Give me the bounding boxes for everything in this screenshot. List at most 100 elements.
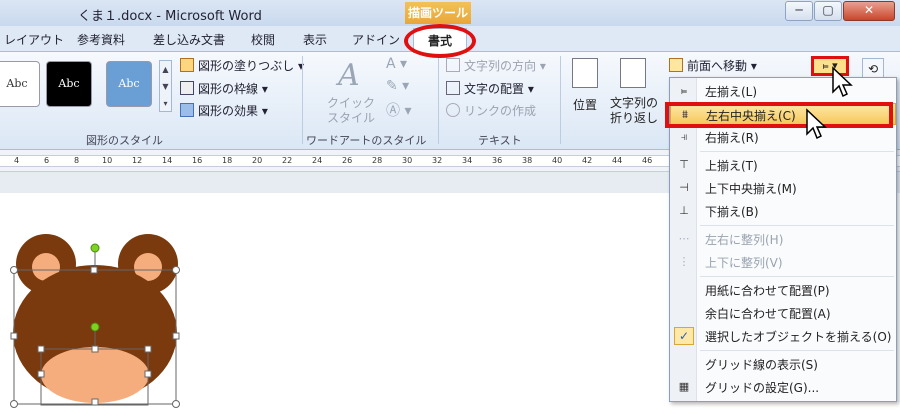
text-effects-icon: Ⓐ ▾ bbox=[386, 103, 412, 119]
bring-forward-button[interactable]: 前面へ移動 ▾ bbox=[669, 57, 757, 74]
ruler-tick: 26 bbox=[342, 156, 353, 165]
group-label-wordart: ワードアートのスタイル bbox=[306, 134, 427, 147]
shape-effects-icon bbox=[180, 103, 194, 117]
resize-handle[interactable] bbox=[90, 266, 98, 274]
menu-item-align-bottom[interactable]: ⊥ 下揃え(B) bbox=[670, 200, 896, 222]
align-top-icon: ⊤ bbox=[679, 158, 689, 171]
pencil-icon bbox=[180, 81, 194, 95]
tab-references[interactable]: 参考資料 bbox=[77, 31, 125, 48]
resize-handle[interactable] bbox=[144, 345, 152, 353]
resize-handle[interactable] bbox=[10, 400, 18, 408]
bring-forward-icon bbox=[669, 58, 683, 72]
tab-review[interactable]: 校閲 bbox=[251, 31, 275, 48]
shape-style-swatch-blue[interactable]: Abc bbox=[106, 61, 152, 107]
tab-layout[interactable]: レイアウト bbox=[4, 31, 64, 48]
distribute-horizontal-icon: ⋯ bbox=[678, 232, 690, 245]
ruler-tick: 44 bbox=[612, 156, 623, 165]
resize-handle[interactable] bbox=[10, 266, 18, 274]
ruler-tick: 4 bbox=[14, 156, 20, 165]
text-wrap-icon[interactable] bbox=[620, 58, 646, 88]
resize-handle[interactable] bbox=[172, 332, 180, 340]
wordart-quick-style-label[interactable]: クイック スタイル bbox=[326, 96, 376, 126]
group-label-text: テキスト bbox=[478, 134, 522, 147]
rotation-handle[interactable] bbox=[90, 322, 100, 332]
create-link-button[interactable]: リンクの作成 bbox=[446, 102, 536, 119]
menu-item-align-left[interactable]: ⫢ 左揃え(L) bbox=[670, 80, 896, 102]
text-direction-button[interactable]: 文字列の方向 ▾ bbox=[446, 57, 546, 74]
align-center-highlight-box bbox=[665, 102, 893, 128]
shape-style-gallery-scroll[interactable]: ▲ ▼ ▾ bbox=[159, 60, 172, 112]
distribute-vertical-icon: ⋮ bbox=[678, 255, 690, 268]
rotation-handle[interactable] bbox=[90, 243, 100, 253]
ruler-tick: 12 bbox=[132, 156, 143, 165]
ruler-tick: 28 bbox=[372, 156, 383, 165]
menu-item-align-middle[interactable]: ⊣ 上下中央揃え(M) bbox=[670, 177, 896, 199]
group-label-shape-styles: 図形のスタイル bbox=[86, 134, 163, 147]
align-left-icon: ⫢ bbox=[680, 84, 688, 97]
menu-item-distribute-horizontal[interactable]: ⋯ 左右に整列(H) bbox=[670, 228, 896, 250]
ruler-tick: 46 bbox=[642, 156, 653, 165]
menu-item-align-to-margin[interactable]: 余白に合わせて配置(A) bbox=[670, 302, 896, 324]
text-align-icon bbox=[446, 81, 460, 95]
resize-handle[interactable] bbox=[172, 266, 180, 274]
menu-item-distribute-vertical[interactable]: ⋮ 上下に整列(V) bbox=[670, 251, 896, 273]
mouse-cursor-icon bbox=[832, 66, 853, 98]
ruler-tick: 34 bbox=[462, 156, 473, 165]
menu-item-align-selected-objects[interactable]: ✓ 選択したオブジェクトを揃える(O) bbox=[670, 325, 896, 347]
text-align-button[interactable]: 文字の配置 ▾ bbox=[446, 80, 534, 97]
align-bottom-icon: ⊥ bbox=[679, 204, 689, 217]
align-middle-icon: ⊣ bbox=[679, 181, 689, 194]
checkmark-icon: ✓ bbox=[674, 327, 694, 345]
menu-item-align-to-page[interactable]: 用紙に合わせて配置(P) bbox=[670, 279, 896, 301]
menu-item-align-top[interactable]: ⊤ 上揃え(T) bbox=[670, 154, 896, 176]
ribbon-separator bbox=[438, 56, 439, 144]
resize-handle[interactable] bbox=[91, 345, 99, 353]
ribbon-separator bbox=[560, 56, 561, 144]
position-icon[interactable] bbox=[572, 58, 598, 88]
align-right-icon: ⫣ bbox=[680, 130, 688, 143]
paint-bucket-icon bbox=[180, 58, 194, 72]
maximize-button[interactable]: ▢ bbox=[814, 1, 842, 21]
resize-handle[interactable] bbox=[172, 400, 180, 408]
shape-style-swatch-white[interactable]: Abc bbox=[0, 61, 40, 107]
link-icon bbox=[446, 103, 460, 117]
shape-effects-button[interactable]: 図形の効果 ▾ bbox=[180, 102, 268, 119]
window-title: くま１.docx - Microsoft Word bbox=[78, 9, 262, 24]
bear-muzzle[interactable] bbox=[41, 347, 149, 403]
ruler-tick: 32 bbox=[432, 156, 443, 165]
shape-style-swatch-black[interactable]: Abc bbox=[46, 61, 92, 107]
ruler-tick: 14 bbox=[162, 156, 173, 165]
ruler-tick: 42 bbox=[582, 156, 593, 165]
menu-separator bbox=[700, 276, 894, 277]
resize-handle[interactable] bbox=[37, 345, 45, 353]
ruler-tick: 38 bbox=[522, 156, 533, 165]
wordart-quick-style-icon[interactable]: A bbox=[338, 58, 360, 93]
drawing-tools-tab-header: 描画ツール bbox=[405, 2, 471, 24]
ruler-tick: 16 bbox=[192, 156, 203, 165]
ribbon-separator bbox=[302, 56, 303, 144]
menu-item-align-right[interactable]: ⫣ 右揃え(R) bbox=[670, 126, 896, 148]
minimize-button[interactable]: ─ bbox=[785, 1, 813, 21]
shape-outline-button[interactable]: 図形の枠線 ▾ bbox=[180, 80, 268, 97]
ruler-tick: 6 bbox=[44, 156, 50, 165]
text-wrap-button-label[interactable]: 文字列の折り返し bbox=[606, 96, 662, 126]
ruler-tick: 36 bbox=[492, 156, 503, 165]
menu-separator bbox=[700, 151, 894, 152]
ruler-tick: 40 bbox=[552, 156, 563, 165]
shape-fill-button[interactable]: 図形の塗りつぶし ▾ bbox=[180, 57, 304, 74]
menu-item-show-gridlines[interactable]: グリッド線の表示(S) bbox=[670, 353, 896, 375]
menu-item-grid-settings[interactable]: ▦ グリッドの設定(G)... bbox=[670, 376, 896, 398]
menu-separator bbox=[700, 350, 894, 351]
tab-mailings[interactable]: 差し込み文書 bbox=[153, 31, 225, 48]
position-button-label[interactable]: 位置 bbox=[566, 96, 604, 113]
close-button[interactable]: ✕ bbox=[843, 1, 895, 21]
resize-handle[interactable] bbox=[37, 370, 45, 378]
tab-addins[interactable]: アドイン bbox=[352, 31, 400, 48]
resize-handle[interactable] bbox=[91, 398, 99, 406]
resize-handle[interactable] bbox=[144, 370, 152, 378]
ruler-tick: 20 bbox=[252, 156, 263, 165]
ruler-tick: 30 bbox=[402, 156, 413, 165]
resize-handle[interactable] bbox=[10, 332, 18, 340]
text-direction-icon bbox=[446, 58, 460, 72]
tab-view[interactable]: 表示 bbox=[303, 31, 327, 48]
